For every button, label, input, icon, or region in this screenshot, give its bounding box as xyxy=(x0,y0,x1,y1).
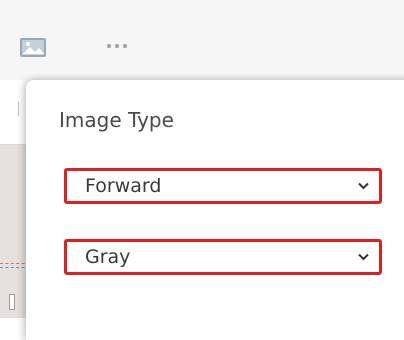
color-mode-select[interactable]: Gray xyxy=(64,239,382,275)
image-type-panel: Image Type Forward Gray xyxy=(26,80,404,340)
image-icon[interactable] xyxy=(20,38,46,57)
panel-title: Image Type xyxy=(59,108,174,132)
top-toolbar xyxy=(0,0,404,80)
chevron-down-icon xyxy=(358,182,369,190)
color-mode-select-value: Gray xyxy=(85,246,131,268)
more-dots-icon[interactable] xyxy=(107,44,135,52)
image-type-select[interactable]: Forward xyxy=(64,168,382,204)
image-type-select-value: Forward xyxy=(85,175,162,197)
chevron-down-icon xyxy=(358,253,369,261)
